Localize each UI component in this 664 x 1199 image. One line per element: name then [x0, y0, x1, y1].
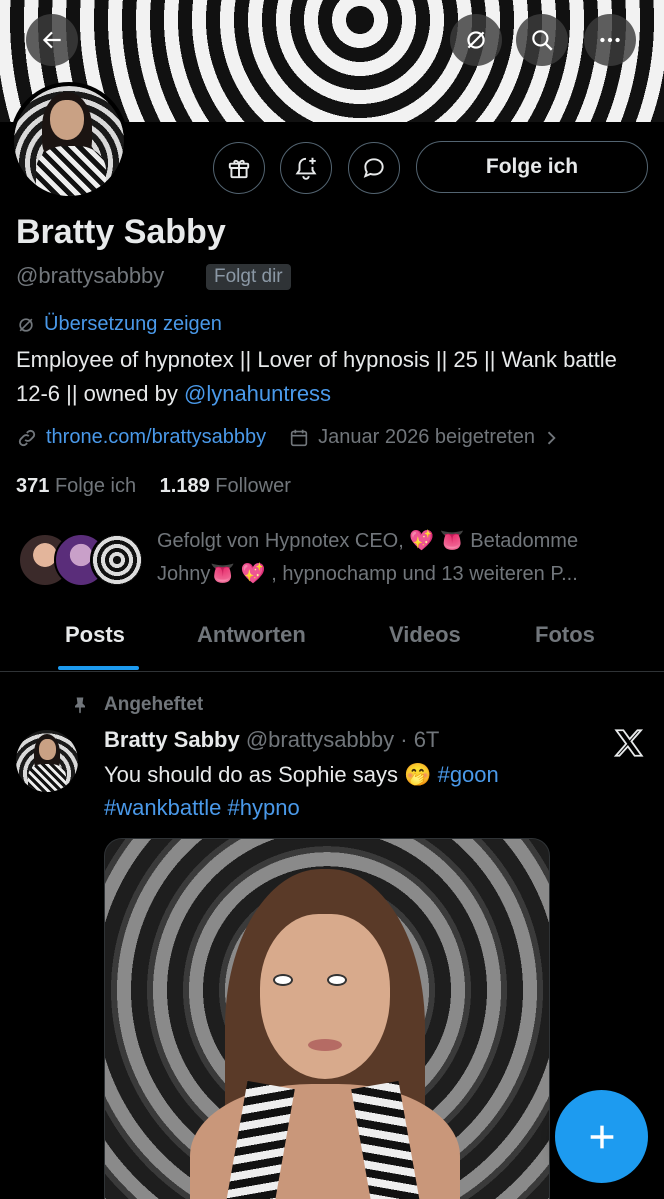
post-header: Bratty Sabby @brattysabbby · 6T: [104, 727, 439, 753]
notifications-button[interactable]: [280, 142, 332, 194]
follows-you-badge: Folgt dir: [206, 264, 291, 290]
post-text: You should do as Sophie says 🤭 #goon #wa…: [104, 758, 644, 824]
x-logo-icon[interactable]: [612, 726, 646, 760]
search-icon: [532, 30, 553, 51]
translate-link[interactable]: Übersetzung zeigen: [16, 313, 222, 336]
pin-icon: [75, 697, 85, 714]
tab-posts[interactable]: Posts: [65, 622, 125, 648]
active-tab-indicator: [58, 666, 139, 670]
following-stat[interactable]: 371 Folge ich: [16, 475, 136, 497]
followed-by-line-1: Gefolgt von Hypnotex CEO, 💖 👅 Betadomme: [157, 530, 579, 552]
post-author-handle: @brattysabbby · 6T: [245, 727, 440, 752]
translate-off-icon: [19, 317, 33, 332]
profile-bio: Employee of hypnotex || Lover of hypnosi…: [16, 343, 646, 411]
translate-toggle-button[interactable]: [450, 14, 502, 66]
following-count: 371: [16, 475, 50, 497]
translate-label: Übersetzung zeigen: [44, 313, 222, 335]
more-button[interactable]: [584, 14, 636, 66]
followed-by-line-2: Johny👅 💖 , hypnochamp und 13 weiteren P.…: [157, 563, 578, 585]
post-image[interactable]: [104, 838, 550, 1199]
followed-by-avatars[interactable]: [18, 533, 148, 589]
profile-website-link[interactable]: throne.com/brattysabbby: [46, 426, 266, 449]
post-body: You should do as Sophie says 🤭: [104, 762, 438, 787]
link-icon: [18, 429, 36, 446]
following-label: Folge ich: [54, 475, 137, 497]
compose-button[interactable]: [555, 1090, 648, 1183]
followers-label: Follower: [215, 475, 291, 497]
more-icon: [600, 37, 620, 43]
hashtag-link[interactable]: #wankbattle #hypno: [104, 795, 300, 820]
joined-date: Januar 2026 beigetreten: [318, 426, 535, 448]
followers-stat[interactable]: 1.189 Follower: [160, 475, 291, 497]
message-icon: [363, 158, 384, 178]
translate-off-icon: [467, 31, 485, 49]
follow-stats: 371 Folge ich 1.189 Follower: [16, 475, 291, 498]
gift-icon: [228, 159, 250, 179]
message-button[interactable]: [348, 142, 400, 194]
hashtag-link[interactable]: #goon: [438, 762, 499, 787]
chevron-right-icon[interactable]: [541, 428, 561, 448]
avatar: [90, 533, 144, 587]
following-button[interactable]: Folge ich: [416, 141, 648, 193]
calendar-icon: [290, 429, 308, 446]
followed-by-text[interactable]: Gefolgt von Hypnotex CEO, 💖 👅 Betadomme …: [157, 525, 637, 591]
plus-icon: [590, 1125, 613, 1148]
profile-name: Bratty Sabby: [16, 213, 226, 251]
pinned-indicator: Angeheftet: [70, 694, 203, 716]
back-arrow-icon: [42, 31, 61, 49]
search-button[interactable]: [516, 14, 568, 66]
profile-meta: throne.com/brattysabbby Januar 2026 beig…: [16, 426, 656, 449]
bio-mention-link[interactable]: @lynahuntress: [184, 381, 331, 406]
post-author-name[interactable]: Bratty Sabby: [104, 727, 240, 752]
back-button[interactable]: [26, 14, 78, 66]
tab-replies[interactable]: Antworten: [197, 622, 306, 648]
bell-plus-icon: [295, 157, 317, 180]
tab-videos[interactable]: Videos: [389, 622, 461, 648]
pinned-label: Angeheftet: [104, 694, 204, 715]
followers-count: 1.189: [159, 475, 210, 497]
tab-photos[interactable]: Fotos: [535, 622, 595, 648]
post-author-avatar[interactable]: [16, 730, 78, 792]
profile-avatar[interactable]: [10, 82, 128, 200]
gift-button[interactable]: [213, 142, 265, 194]
profile-handle: @brattysabbby: [16, 263, 165, 288]
profile-tabs: Posts Antworten Videos Fotos: [0, 610, 664, 672]
